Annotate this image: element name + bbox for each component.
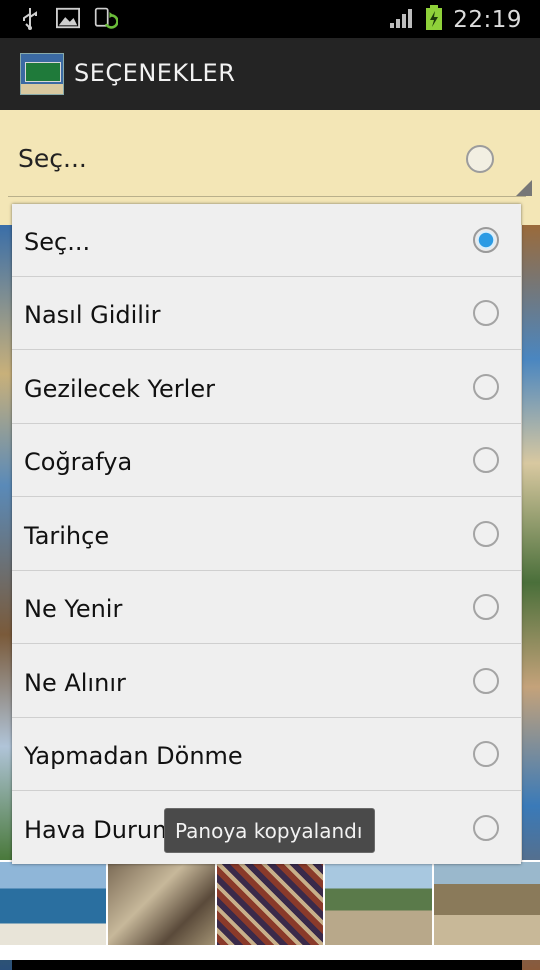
toast-text: Panoya kopyalandı — [175, 819, 363, 843]
option-tarihce[interactable]: Tarihçe — [12, 498, 521, 571]
option-ne-alinir[interactable]: Ne Alınır — [12, 645, 521, 718]
radio-icon[interactable] — [473, 521, 499, 547]
battery-charging-icon — [425, 5, 443, 35]
options-dialog: Seç... Nasıl Gidilir Gezilecek Yerler Co… — [12, 204, 521, 864]
option-nasil-gidilir[interactable]: Nasıl Gidilir — [12, 277, 521, 350]
gallery-captions — [0, 945, 540, 960]
image-icon — [56, 6, 80, 30]
gallery-photo[interactable] — [433, 862, 540, 950]
option-label: Coğrafya — [24, 448, 133, 476]
option-label: Gezilecek Yerler — [24, 375, 215, 403]
toast-message: Panoya kopyalandı — [164, 808, 375, 853]
gallery-photo[interactable] — [108, 862, 215, 950]
spinner-radio-icon — [466, 145, 494, 173]
action-bar: SEÇENEKLER — [0, 38, 540, 110]
status-bar: 22:19 — [0, 0, 540, 38]
app-logo-icon[interactable] — [20, 53, 64, 95]
gallery-photo[interactable] — [0, 862, 107, 950]
radio-icon[interactable] — [473, 447, 499, 473]
option-yapmadan-donme[interactable]: Yapmadan Dönme — [12, 718, 521, 791]
option-sec[interactable]: Seç... — [12, 204, 521, 277]
option-ne-yenir[interactable]: Ne Yenir — [12, 571, 521, 644]
option-label: Tarihçe — [24, 522, 110, 550]
gallery-photo[interactable] — [325, 862, 432, 950]
gallery-photo[interactable] — [216, 862, 324, 950]
photo-strip-left — [0, 225, 12, 970]
sync-icon — [94, 6, 118, 30]
radio-selected-icon[interactable] — [473, 227, 499, 253]
option-label: Ne Alınır — [24, 669, 126, 697]
option-label: Nasıl Gidilir — [24, 301, 161, 329]
radio-icon[interactable] — [473, 668, 499, 694]
radio-icon[interactable] — [473, 741, 499, 767]
option-label: Seç... — [24, 228, 91, 256]
option-gezilecek-yerler[interactable]: Gezilecek Yerler — [12, 351, 521, 424]
radio-icon[interactable] — [473, 374, 499, 400]
status-time: 22:19 — [453, 7, 522, 33]
spinner-underline — [8, 196, 526, 197]
radio-icon[interactable] — [473, 815, 499, 841]
option-label: Yapmadan Dönme — [24, 742, 243, 770]
radio-icon[interactable] — [473, 594, 499, 620]
option-label: Ne Yenir — [24, 595, 123, 623]
spinner-dropdown-icon — [516, 180, 532, 196]
page-title: SEÇENEKLER — [74, 59, 236, 87]
usb-icon — [18, 6, 42, 30]
spinner-selected-text: Seç... — [18, 144, 87, 173]
signal-icon — [389, 7, 415, 33]
radio-icon[interactable] — [473, 300, 499, 326]
photo-strip-right — [522, 225, 540, 970]
option-cografya[interactable]: Coğrafya — [12, 424, 521, 497]
